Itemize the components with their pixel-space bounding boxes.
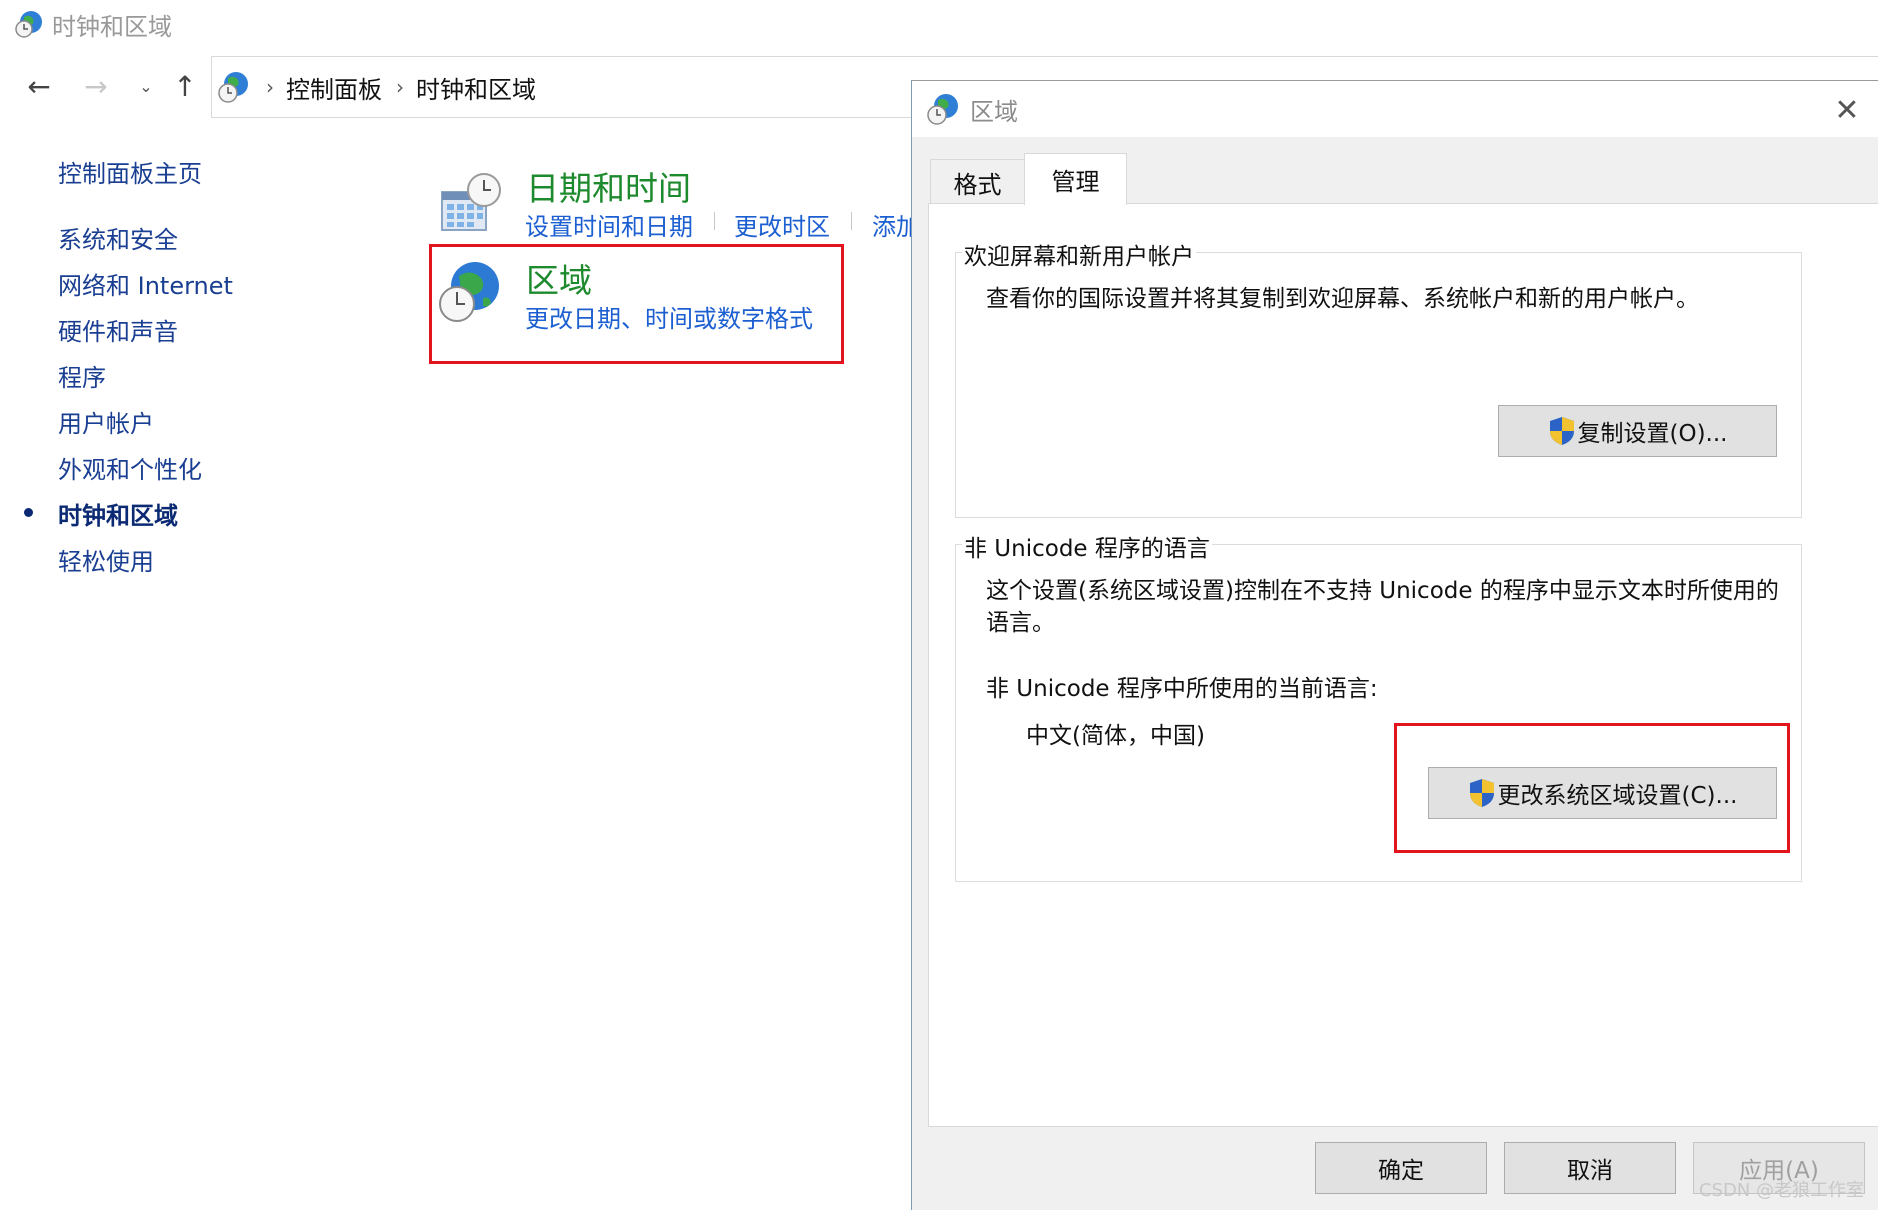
- globe-clock-icon: [926, 92, 960, 126]
- sidebar-item-clock-region[interactable]: 时钟和区域: [58, 496, 178, 531]
- breadcrumb-chevron-icon[interactable]: ›: [266, 75, 274, 99]
- window-title: 时钟和区域: [52, 12, 172, 41]
- region-dialog: 区域 ✕ 格式 管理 欢迎屏幕和新用户帐户 查看你的国际设置并将其复制到欢迎屏幕…: [911, 80, 1878, 1210]
- copy-settings-button[interactable]: 复制设置(O)...: [1498, 405, 1777, 457]
- link-separator: [714, 212, 715, 230]
- sidebar-item-appearance[interactable]: 外观和个性化: [58, 450, 202, 485]
- control-panel-icon: [216, 69, 252, 105]
- sidebar-item-home[interactable]: 控制面板主页: [58, 154, 202, 189]
- non-unicode-description: 这个设置(系统区域设置)控制在不支持 Unicode 的程序中显示文本时所使用的…: [986, 578, 1779, 636]
- ok-button[interactable]: 确定: [1315, 1142, 1487, 1194]
- current-language-value: 中文(简体，中国): [1026, 723, 1205, 749]
- sidebar-item-user-accounts[interactable]: 用户帐户: [58, 404, 154, 439]
- sidebar-item-system-security[interactable]: 系统和安全: [58, 220, 178, 255]
- link-separator: [851, 212, 852, 230]
- current-language-label: 非 Unicode 程序中所使用的当前语言:: [986, 676, 1378, 702]
- watermark: CSDN @老狼工作室: [1698, 1180, 1864, 1201]
- non-unicode-group-legend: 非 Unicode 程序的语言: [962, 529, 1212, 563]
- tab-administrative[interactable]: 管理: [1024, 153, 1127, 205]
- welcome-screen-group: 欢迎屏幕和新用户帐户 查看你的国际设置并将其复制到欢迎屏幕、系统帐户和新的用户帐…: [955, 237, 1802, 518]
- welcome-group-legend: 欢迎屏幕和新用户帐户: [962, 237, 1196, 271]
- region-highlight-box: [429, 244, 844, 364]
- calendar-clock-icon[interactable]: [438, 168, 504, 234]
- breadcrumb-chevron-icon[interactable]: ›: [396, 75, 404, 99]
- change-locale-highlight-box: [1394, 723, 1790, 853]
- date-time-title[interactable]: 日期和时间: [526, 162, 691, 210]
- back-arrow-icon[interactable]: ←: [22, 69, 56, 103]
- sidebar-item-hardware-sound[interactable]: 硬件和声音: [58, 312, 178, 347]
- set-time-date-link[interactable]: 设置时间和日期: [525, 207, 693, 242]
- active-bullet-icon: [24, 508, 33, 517]
- dialog-title: 区域: [970, 97, 1018, 126]
- welcome-group-description: 查看你的国际设置并将其复制到欢迎屏幕、系统帐户和新的用户帐户。: [986, 286, 1699, 312]
- clock-globe-icon: [14, 9, 44, 39]
- tab-panel-administrative: 欢迎屏幕和新用户帐户 查看你的国际设置并将其复制到欢迎屏幕、系统帐户和新的用户帐…: [928, 203, 1878, 1127]
- sidebar-item-programs[interactable]: 程序: [58, 358, 106, 393]
- sidebar-item-network[interactable]: 网络和 Internet: [58, 266, 233, 301]
- breadcrumb-control-panel[interactable]: 控制面板: [286, 70, 382, 105]
- sidebar-item-ease-of-access[interactable]: 轻松使用: [58, 542, 154, 577]
- window-title-bar: 时钟和区域: [14, 8, 172, 41]
- breadcrumb-clock-region[interactable]: 时钟和区域: [416, 70, 536, 105]
- uac-shield-icon: [1548, 415, 1576, 447]
- up-arrow-icon[interactable]: ↑: [168, 69, 202, 103]
- change-timezone-link[interactable]: 更改时区: [734, 207, 830, 242]
- cancel-button[interactable]: 取消: [1504, 1142, 1676, 1194]
- tab-format[interactable]: 格式: [930, 159, 1025, 204]
- chevron-down-icon[interactable]: ⌄: [129, 69, 163, 103]
- dialog-title-bar: 区域: [912, 81, 1878, 137]
- copy-settings-label: 复制设置(O)...: [1577, 421, 1728, 447]
- forward-arrow-icon[interactable]: →: [79, 69, 113, 103]
- close-icon[interactable]: ✕: [1830, 93, 1864, 128]
